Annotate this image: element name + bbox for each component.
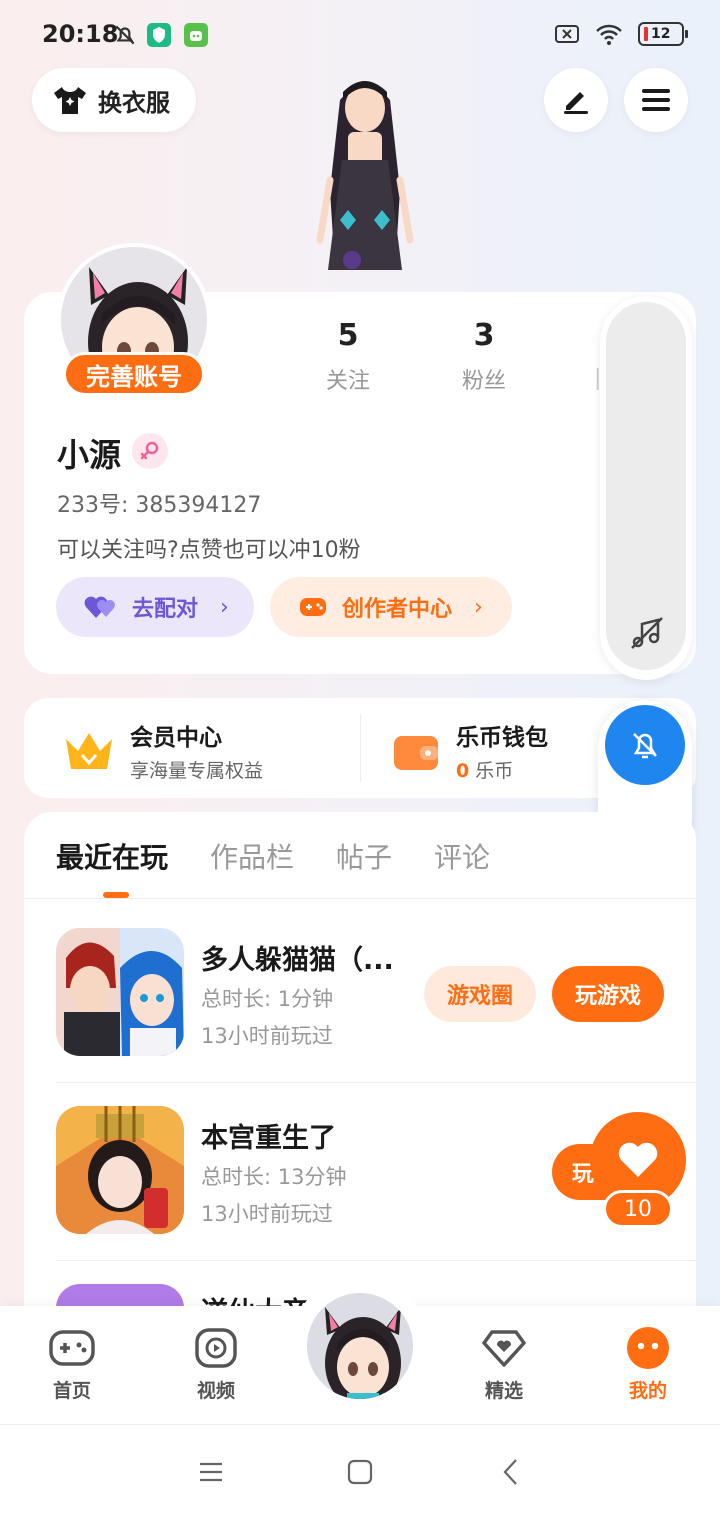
member-center[interactable]: 会员中心 享海量专属权益	[62, 718, 263, 783]
following-stat[interactable]: 5 关注	[288, 318, 408, 395]
tab-works[interactable]: 作品栏	[210, 836, 294, 876]
tab-posts[interactable]: 帖子	[336, 836, 392, 876]
nav-video-label: 视频	[196, 1380, 235, 1402]
tab-comments[interactable]: 评论	[434, 836, 490, 876]
nav-home-label: 首页	[52, 1380, 91, 1402]
recent-apps-icon[interactable]	[195, 1456, 227, 1488]
bell-off-icon	[633, 733, 657, 759]
sim-off-icon	[555, 25, 579, 43]
nav-featured-label: 精选	[484, 1380, 523, 1402]
game-icon-palace[interactable]	[56, 1106, 184, 1234]
chevron-right-icon: ›	[474, 594, 483, 620]
member-center-title: 会员中心	[130, 725, 222, 751]
gamepad-icon	[300, 598, 326, 616]
nav-avatar-button[interactable]	[304, 1290, 416, 1402]
game-last-played: 13小时前玩过	[201, 1202, 333, 1226]
change-outfit-button[interactable]: 换衣服	[32, 68, 196, 132]
game-last-played: 13小时前玩过	[201, 1024, 333, 1048]
menu-button[interactable]	[624, 68, 688, 132]
gamepad-icon	[49, 1330, 95, 1366]
game-icon-partial[interactable]	[56, 1284, 184, 1308]
battery-icon: 12	[638, 22, 688, 46]
edit-button[interactable]	[544, 68, 608, 132]
heart-diamond-icon	[482, 1330, 526, 1367]
username: 小源	[57, 436, 122, 474]
status-time: 20:18	[42, 20, 119, 48]
following-count: 5	[337, 318, 359, 353]
robot-app-icon	[184, 23, 208, 47]
game-name: 多人躲猫猫（...	[201, 945, 394, 976]
following-label: 关注	[325, 369, 370, 394]
user-id: 233号: 385394127	[57, 493, 262, 518]
music-off-icon[interactable]	[628, 614, 666, 652]
play-icon	[195, 1328, 237, 1368]
fans-count: 3	[473, 318, 495, 353]
hearts-icon	[84, 596, 115, 618]
content-card	[24, 812, 696, 1332]
nav-mine-label: 我的	[628, 1380, 667, 1402]
creator-label: 创作者中心	[342, 597, 453, 622]
row-divider	[56, 1260, 696, 1261]
nav-mine[interactable]: 我的	[598, 1326, 698, 1403]
nav-video[interactable]: 视频	[166, 1326, 266, 1403]
nav-featured[interactable]: 精选	[454, 1326, 554, 1403]
fans-label: 粉丝	[461, 369, 506, 394]
mute-notification-button[interactable]	[605, 705, 685, 785]
creator-center-button[interactable]: 创作者中心 ›	[270, 577, 512, 637]
match-button[interactable]: 去配对 ›	[56, 577, 254, 637]
game-circle-button[interactable]: 游戏圈	[424, 966, 536, 1022]
game-row[interactable]: 多人躲猫猫（... 总时长: 1分钟 13小时前玩过 游戏圈 玩游戏	[56, 928, 696, 1058]
female-icon	[132, 433, 168, 469]
wifi-icon	[596, 24, 622, 45]
game-duration: 总时长: 13分钟	[201, 1165, 347, 1189]
fans-stat[interactable]: 3 粉丝	[424, 318, 544, 395]
tab-bar: 最近在玩 作品栏 帖子 评论	[56, 836, 490, 876]
like-count: 10	[603, 1190, 673, 1228]
game-name: 本宫重生了	[201, 1123, 336, 1154]
hamburger-icon	[642, 89, 670, 111]
status-right: 12	[554, 22, 688, 46]
wallet-balance: 0 乐币	[456, 756, 548, 783]
wallet-title: 乐币钱包	[456, 725, 548, 751]
home-icon[interactable]	[344, 1456, 376, 1488]
match-label: 去配对	[132, 597, 199, 622]
bio: 可以关注吗?点赞也可以冲10粉	[57, 538, 361, 563]
complete-account-badge[interactable]: 完善账号	[63, 352, 205, 396]
wallet-amount: 0	[456, 760, 470, 782]
face-icon	[627, 1327, 669, 1369]
chevron-right-icon: ›	[220, 594, 229, 620]
wallet-icon	[394, 735, 438, 770]
character-figure[interactable]	[290, 70, 440, 292]
shield-app-icon	[147, 23, 171, 47]
wallet[interactable]: 乐币钱包 0 乐币	[390, 718, 548, 783]
game-duration: 总时长: 1分钟	[201, 987, 334, 1011]
change-outfit-label: 换衣服	[98, 88, 170, 117]
back-icon[interactable]	[496, 1456, 528, 1488]
play-game-button[interactable]: 玩游戏	[552, 966, 664, 1022]
member-center-sub: 享海量专属权益	[130, 760, 264, 782]
bell-muted-icon	[115, 25, 135, 45]
row-divider	[56, 1082, 696, 1083]
tab-recent[interactable]: 最近在玩	[56, 836, 168, 876]
wallet-unit: 乐币	[475, 760, 514, 782]
game-icon-hide-seek[interactable]	[56, 928, 184, 1056]
pen-icon	[564, 92, 588, 114]
vip-divider	[360, 714, 361, 782]
tabs-divider	[24, 898, 696, 899]
tshirt-icon	[54, 87, 86, 114]
crown-icon	[66, 732, 112, 769]
nav-home[interactable]: 首页	[22, 1326, 122, 1403]
heart-icon	[618, 1142, 658, 1177]
